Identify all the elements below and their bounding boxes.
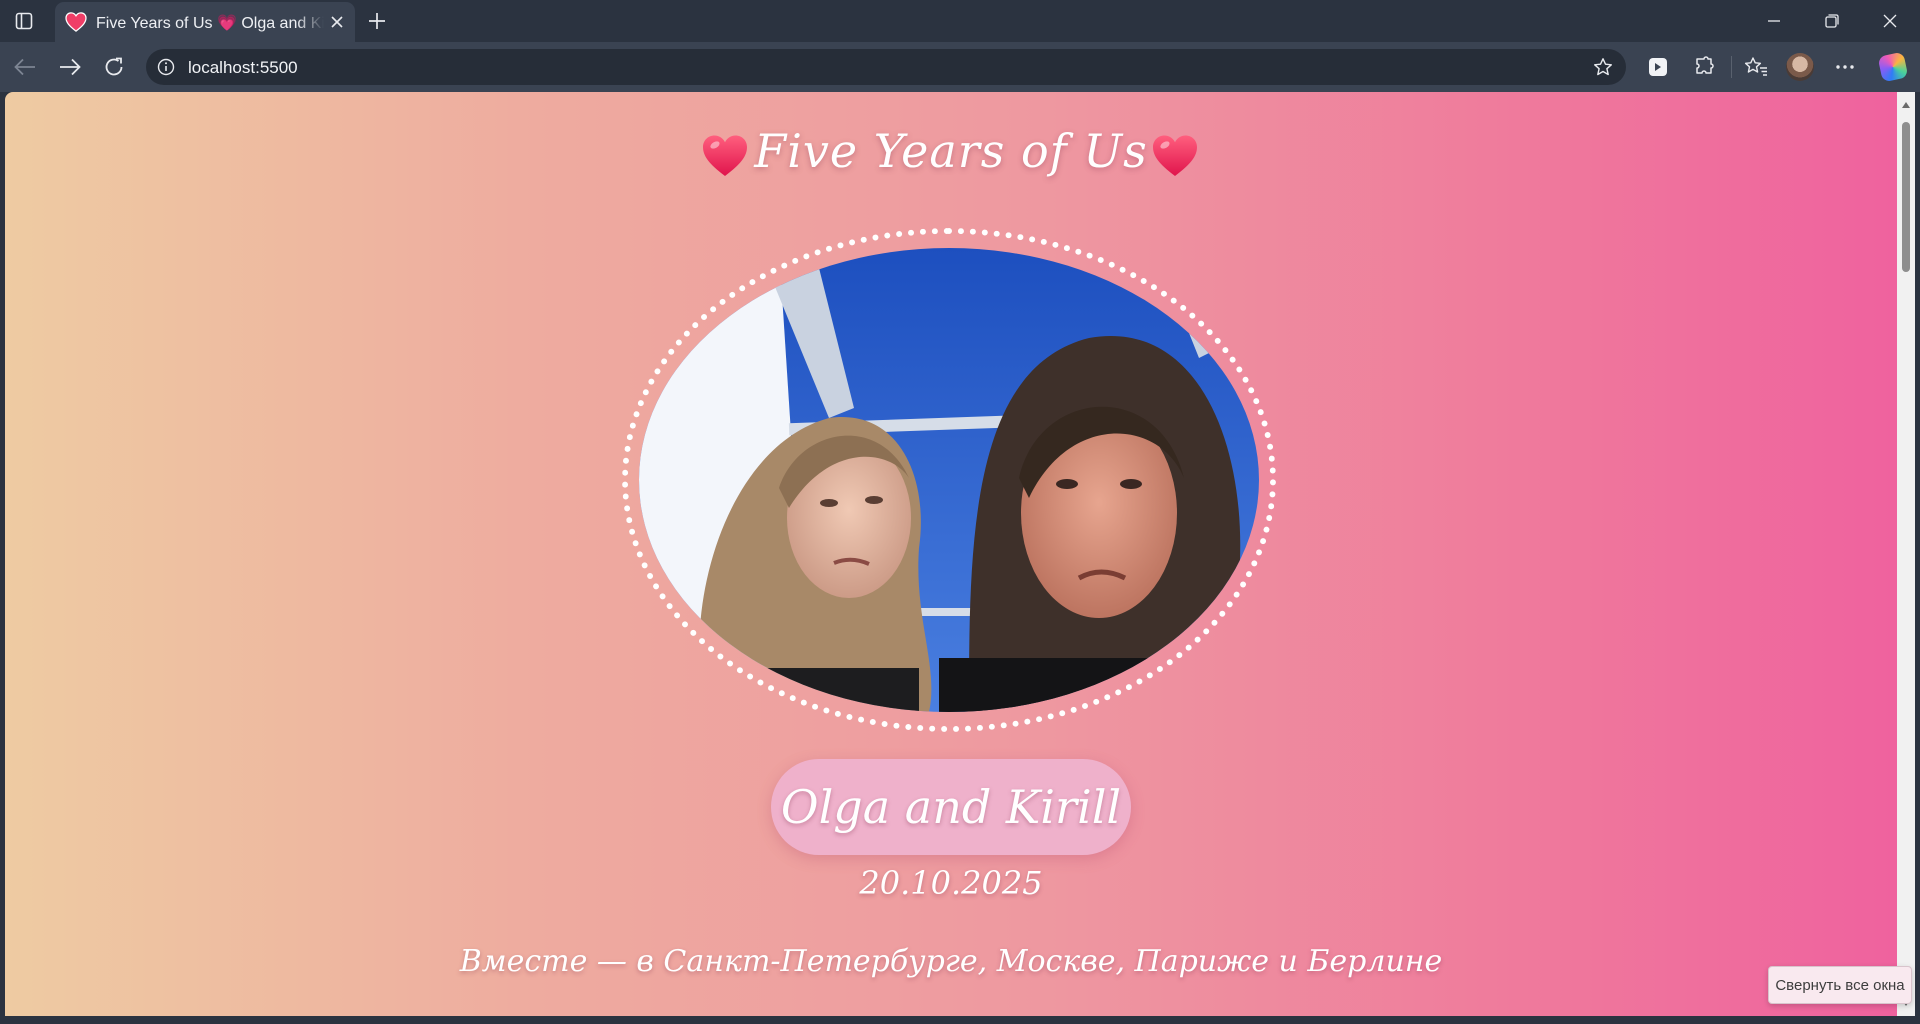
site-info-icon[interactable]	[156, 57, 176, 77]
scroll-up-arrow-icon[interactable]	[1901, 100, 1911, 110]
sidebar-toggle-icon[interactable]	[12, 9, 36, 33]
scroll-thumb[interactable]	[1902, 122, 1910, 272]
toolbar-divider	[1731, 56, 1732, 78]
favorites-icon[interactable]	[1742, 53, 1770, 81]
tooltip: Свернуть все окна	[1768, 966, 1912, 1004]
extension-shield-icon[interactable]	[1644, 53, 1672, 81]
browser-toolbar: localhost:5500	[0, 42, 1920, 92]
reload-icon[interactable]	[100, 53, 128, 81]
forward-icon[interactable]	[56, 53, 84, 81]
window-bottom-edge	[0, 1016, 1920, 1024]
copilot-icon[interactable]	[1877, 51, 1909, 83]
heart-icon	[1151, 134, 1199, 178]
browser-tab[interactable]: Five Years of Us 💗 Olga and Kirill	[55, 2, 355, 42]
close-icon[interactable]	[327, 12, 347, 32]
couple-photo	[639, 248, 1259, 712]
anniversary-date: 20.10.2025	[859, 864, 1043, 902]
tab-title: Five Years of Us 💗 Olga and Kirill	[96, 15, 324, 32]
page-viewport: Five Years of Us Olga and Kirill 20.10.2…	[5, 92, 1897, 1016]
more-icon[interactable]	[1831, 53, 1859, 81]
page-title: Five Years of Us	[754, 124, 1148, 178]
star-icon[interactable]	[1592, 56, 1614, 78]
restore-icon[interactable]	[1810, 6, 1854, 36]
minimize-icon[interactable]	[1752, 6, 1796, 36]
plus-icon[interactable]	[364, 8, 390, 34]
puzzle-icon[interactable]	[1690, 53, 1718, 81]
heart-icon	[65, 12, 87, 32]
names-badge: Olga and Kirill	[771, 759, 1131, 855]
address-bar[interactable]: localhost:5500	[146, 49, 1626, 85]
back-icon[interactable]	[11, 53, 39, 81]
couple-names: Olga and Kirill	[780, 780, 1122, 834]
tagline: Вместе — в Санкт-Петербурге, Москве, Пар…	[459, 944, 1443, 979]
title-bar: Five Years of Us 💗 Olga and Kirill	[0, 0, 1920, 42]
page-scrollbar[interactable]	[1897, 92, 1915, 1016]
avatar[interactable]	[1786, 53, 1814, 81]
url-text[interactable]: localhost:5500	[188, 58, 298, 78]
window-close-icon[interactable]	[1868, 6, 1912, 36]
